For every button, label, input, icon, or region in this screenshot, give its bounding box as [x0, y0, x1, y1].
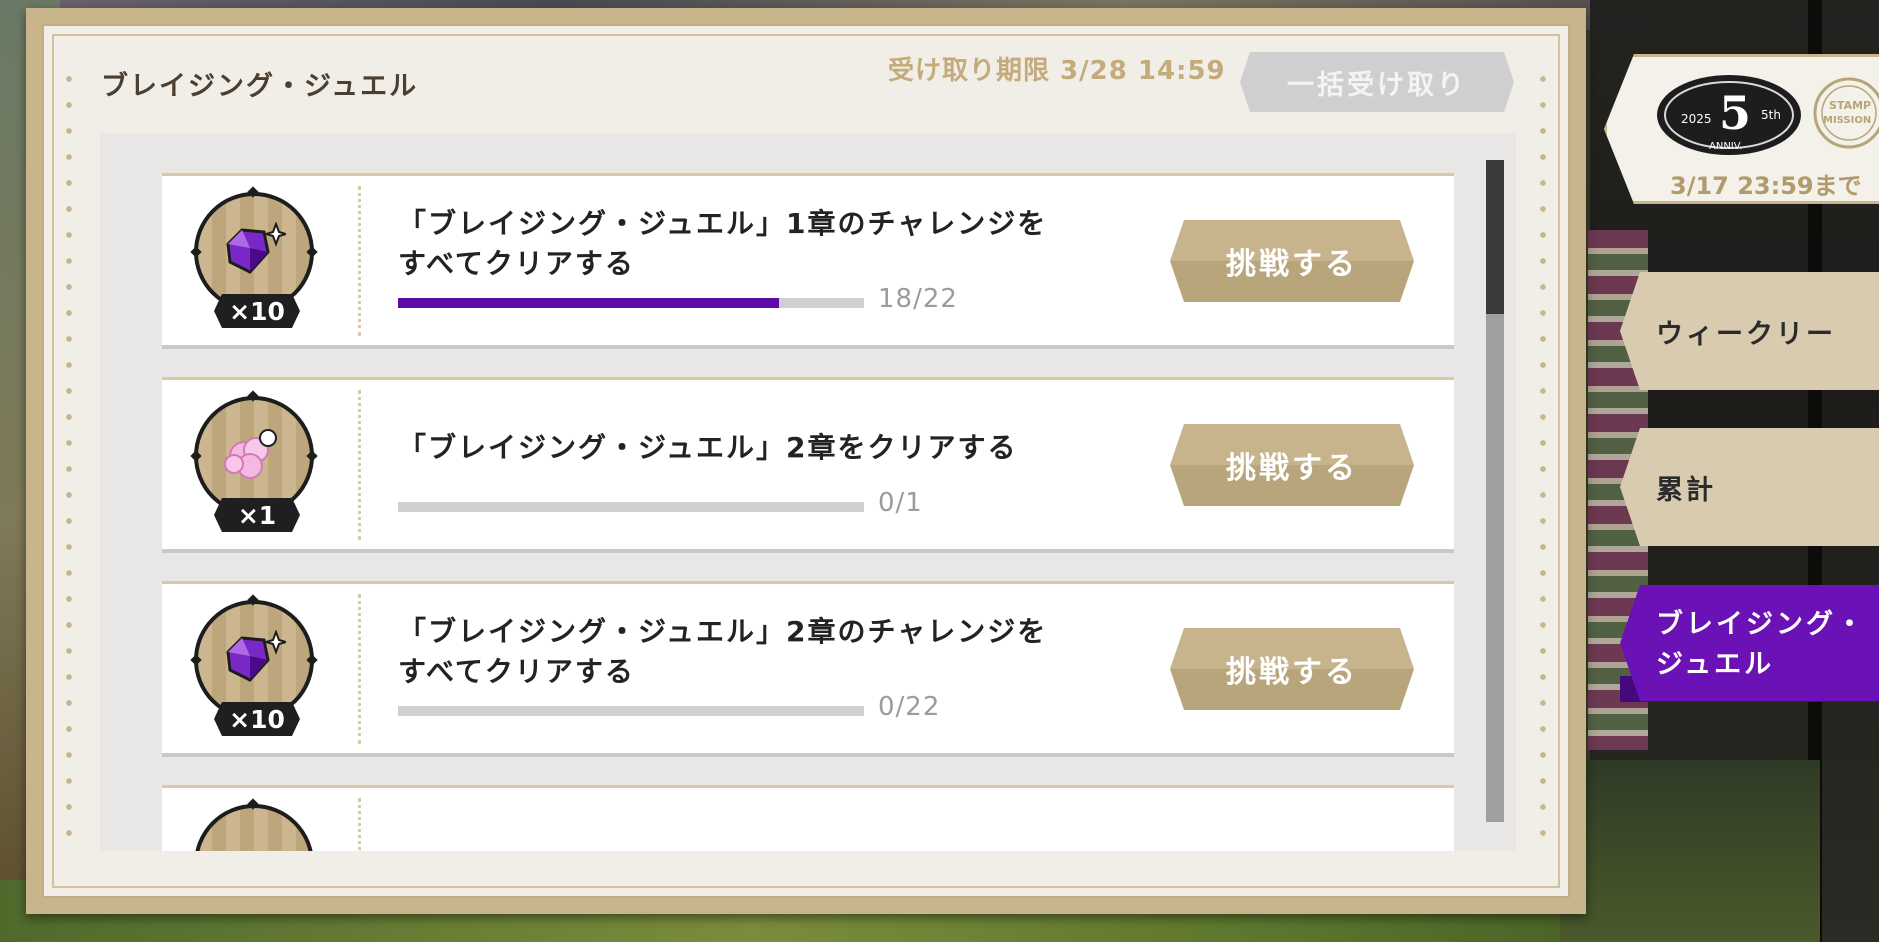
progress-bar — [398, 706, 864, 716]
reward-badge: ×1 — [192, 390, 322, 542]
reward-medal — [194, 804, 314, 851]
svg-text:MISSION: MISSION — [1823, 115, 1871, 126]
svg-text:5: 5 — [1719, 86, 1751, 140]
divider — [358, 798, 361, 851]
divider — [358, 390, 361, 540]
reward-badge: ×10 — [192, 594, 322, 746]
purple-gem-icon — [226, 222, 286, 274]
mission-row: ×1 「ブレイジング・ジュエル」2章をクリアする 0/1 挑戦する — [162, 377, 1454, 553]
svg-text:ANNIV.: ANNIV. — [1709, 141, 1742, 152]
progress-fill — [398, 298, 780, 308]
progress-bar — [398, 502, 864, 512]
svg-text:5th: 5th — [1761, 108, 1781, 122]
progress-count: 18/22 — [878, 284, 958, 314]
claim-deadline: 受け取り期限 3/28 14:59 — [888, 56, 1226, 86]
mission-row: ×10 「ブレイジング・ジュエル」2章のチャレンジを すべてクリアする 0/22… — [162, 581, 1454, 757]
panel-title: ブレイジング・ジュエル — [101, 71, 419, 102]
mission-list[interactable]: ×10 「ブレイジング・ジュエル」1章のチャレンジを すべてクリアする 18/2… — [100, 133, 1516, 851]
tab-weekly[interactable]: ウィークリー — [1620, 272, 1879, 390]
challenge-button[interactable]: 挑戦する — [1170, 424, 1414, 506]
tab-total[interactable]: 累計 — [1620, 428, 1879, 546]
claim-all-button[interactable]: 一括受け取り — [1240, 52, 1514, 112]
mission-row: ×10 「ブレイジング・ジュエル」1章のチャレンジを すべてクリアする 18/2… — [162, 173, 1454, 349]
svg-text:STAMP: STAMP — [1829, 99, 1871, 112]
challenge-button[interactable]: 挑戦する — [1170, 628, 1414, 710]
reward-quantity: ×10 — [214, 702, 300, 736]
mission-description: 「ブレイジング・ジュエル」2章のチャレンジを すべてクリアする — [398, 615, 1048, 688]
reward-badge — [192, 798, 322, 851]
mission-description: 「ブレイジング・ジュエル」2章をクリアする — [398, 431, 1018, 464]
progress-count: 0/1 — [878, 488, 923, 518]
progress-bar — [398, 298, 864, 308]
mission-row — [162, 785, 1454, 851]
progress-count: 0/22 — [878, 692, 941, 722]
challenge-button[interactable]: 挑戦する — [1170, 220, 1414, 302]
background-shelf — [1560, 760, 1820, 942]
pink-cloud-icon — [224, 429, 277, 479]
anniversary-logo: 2025 5 5th ANNIV. STAMP MISSION — [1657, 75, 1879, 155]
divider — [358, 186, 361, 336]
tab-blazing-jewel-label: ブレイジング・ジュエル — [1656, 609, 1866, 680]
stamp-deadline: 3/17 23:59まで — [1670, 172, 1862, 200]
svg-text:2025: 2025 — [1681, 112, 1712, 126]
decorative-dots-left — [66, 66, 72, 856]
reward-quantity: ×1 — [214, 498, 300, 532]
scrollbar-thumb[interactable] — [1486, 160, 1504, 314]
mission-description: 「ブレイジング・ジュエル」1章のチャレンジを すべてクリアする — [398, 207, 1048, 280]
divider — [358, 594, 361, 744]
reward-quantity: ×10 — [214, 294, 300, 328]
tab-blazing-jewel[interactable]: ブレイジング・ジュエル — [1620, 585, 1879, 701]
purple-gem-icon — [226, 630, 286, 682]
decorative-dots-right — [1540, 66, 1546, 856]
reward-badge: ×10 — [192, 186, 322, 338]
